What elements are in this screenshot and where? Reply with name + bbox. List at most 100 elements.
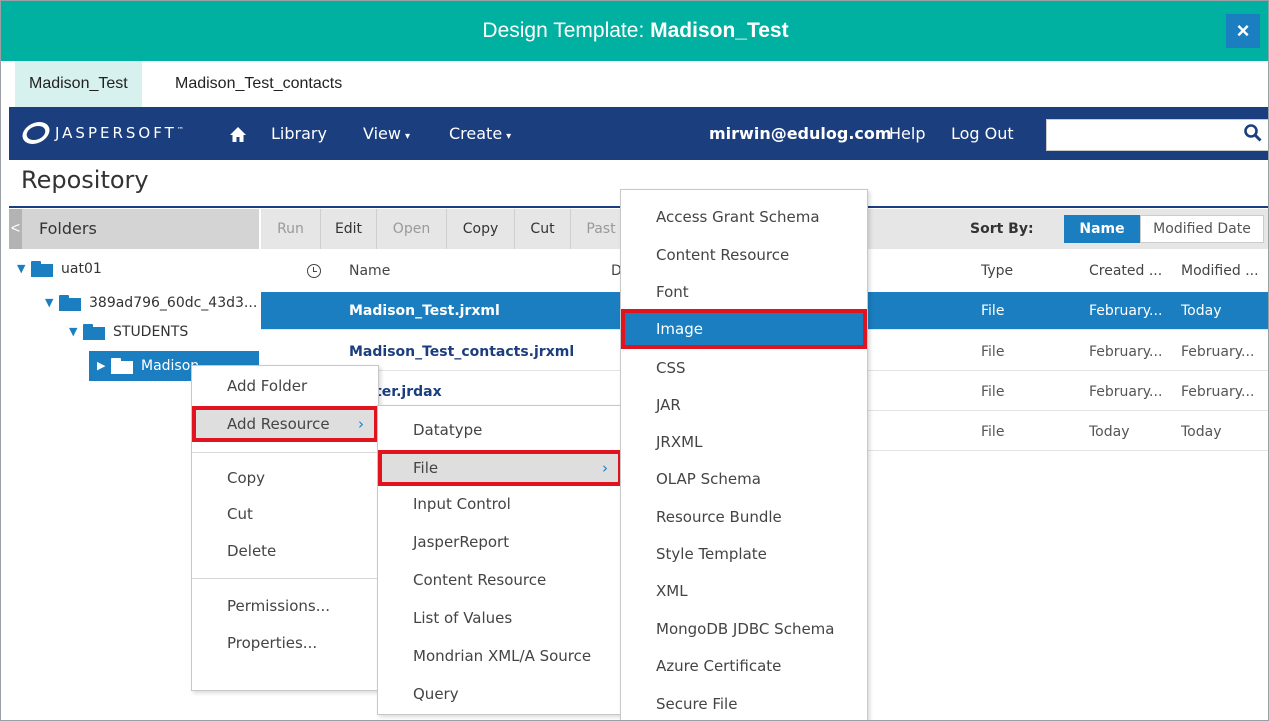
menu-secure-file[interactable]: Secure File <box>621 686 867 720</box>
window-title: Design Template: Madison_Test <box>1 1 1268 61</box>
chevron-down-icon: ▾ <box>404 131 410 142</box>
row-name[interactable]: Madison_Test_contacts.jrxml <box>349 333 574 371</box>
folder-icon <box>83 324 105 340</box>
collapse-panel-button[interactable]: < <box>9 209 22 249</box>
chevron-down-icon: ▾ <box>506 131 512 142</box>
nav-user[interactable]: mirwin@edulog.com <box>709 107 892 160</box>
menu-query[interactable]: Query <box>378 676 622 712</box>
row-type: File <box>981 303 1005 319</box>
menu-separator <box>192 452 378 453</box>
menu-style-template[interactable]: Style Template <box>621 536 867 572</box>
title-bar: Design Template: Madison_Test × <box>1 1 1268 61</box>
search-input[interactable] <box>1046 119 1268 151</box>
open-button[interactable]: Open <box>377 209 447 249</box>
menu-file[interactable]: File › <box>378 450 622 486</box>
nav-create[interactable]: Create ▾ <box>449 107 511 160</box>
menu-content-resource-file[interactable]: Content Resource <box>621 237 867 273</box>
jaspersoft-logo[interactable]: JASPERSOFT™ <box>19 119 184 147</box>
menu-image[interactable]: Image <box>621 309 867 349</box>
folders-header: < Folders <box>9 209 259 249</box>
tree-item-students[interactable]: ▼ STUDENTS <box>69 319 188 345</box>
folder-icon <box>31 261 53 277</box>
cut-button[interactable]: Cut <box>515 209 571 249</box>
collapsed-triangle-icon[interactable]: ▶ <box>97 353 111 379</box>
file-submenu: Access Grant Schema Content Resource Fon… <box>620 189 868 720</box>
title-template-name: Madison_Test <box>650 19 789 42</box>
app-window: Design Template: Madison_Test × Madison_… <box>0 0 1269 721</box>
column-name[interactable]: Name <box>349 253 390 289</box>
menu-permissions[interactable]: Permissions... <box>192 588 378 624</box>
menu-mondrian-xmla-source[interactable]: Mondrian XML/A Source <box>378 638 622 674</box>
edit-button[interactable]: Edit <box>321 209 377 249</box>
menu-properties[interactable]: Properties... <box>192 625 378 661</box>
row-modified: February... <box>1181 384 1255 400</box>
column-created[interactable]: Created ... <box>1089 253 1162 289</box>
expanded-triangle-icon[interactable]: ▼ <box>17 256 31 282</box>
menu-font[interactable]: Font <box>621 274 867 310</box>
tab-madison-test[interactable]: Madison_Test <box>15 61 142 107</box>
logo-wordmark: JASPERSOFT <box>55 124 177 142</box>
menu-css[interactable]: CSS <box>621 350 867 386</box>
menu-mongodb-jdbc-schema[interactable]: MongoDB JDBC Schema <box>621 611 867 647</box>
menu-cut[interactable]: Cut <box>192 496 378 532</box>
run-button[interactable]: Run <box>261 209 321 249</box>
add-resource-submenu: Datatype File › Input Control JasperRepo… <box>377 405 623 715</box>
nav-library[interactable]: Library <box>271 107 327 160</box>
menu-separator <box>192 578 378 579</box>
menu-jar[interactable]: JAR <box>621 387 867 423</box>
tree-label: uat01 <box>61 261 102 277</box>
clock-icon[interactable] <box>307 264 321 278</box>
sort-modified-button[interactable]: Modified Date <box>1140 215 1264 243</box>
menu-delete[interactable]: Delete <box>192 533 378 569</box>
menu-datatype[interactable]: Datatype <box>378 412 622 448</box>
menu-add-folder[interactable]: Add Folder <box>192 368 378 404</box>
menu-input-control[interactable]: Input Control <box>378 486 622 522</box>
close-button[interactable]: × <box>1226 14 1260 48</box>
row-type: File <box>981 384 1005 400</box>
menu-azure-certificate[interactable]: Azure Certificate <box>621 648 867 684</box>
home-button[interactable] <box>229 107 247 160</box>
page-title: Repository <box>21 166 149 194</box>
menu-olap-schema[interactable]: OLAP Schema <box>621 461 867 497</box>
column-modified[interactable]: Modified ... <box>1181 253 1259 289</box>
row-created: February... <box>1089 384 1163 400</box>
tab-madison-test-contacts[interactable]: Madison_Test_contacts <box>161 61 356 107</box>
row-type: File <box>981 344 1005 360</box>
menu-list-of-values[interactable]: List of Values <box>378 600 622 636</box>
expanded-triangle-icon[interactable]: ▼ <box>69 319 83 345</box>
menu-jasperreport[interactable]: JasperReport <box>378 524 622 560</box>
row-created: February... <box>1089 344 1163 360</box>
menu-xml[interactable]: XML <box>621 573 867 609</box>
tree-item-389ad796[interactable]: ▼ 389ad796_60dc_43d3... <box>45 290 257 316</box>
menu-access-grant-schema[interactable]: Access Grant Schema <box>621 199 867 235</box>
nav-create-label: Create <box>449 124 503 143</box>
title-prefix: Design Template: <box>482 19 651 42</box>
sort-by-label: Sort By: <box>970 221 1034 237</box>
menu-file-label: File <box>413 459 439 477</box>
chevron-left-icon: < <box>10 220 21 237</box>
sort-name-button[interactable]: Name <box>1064 215 1140 243</box>
menu-jrxml[interactable]: JRXML <box>621 424 867 460</box>
menu-copy[interactable]: Copy <box>192 460 378 496</box>
logo-text: JASPERSOFT™ <box>55 124 184 142</box>
logo-trademark: ™ <box>176 126 184 134</box>
row-created: February... <box>1089 303 1163 319</box>
tree-item-uat01[interactable]: ▼ uat01 <box>17 256 102 282</box>
nav-logout[interactable]: Log Out <box>951 107 1014 160</box>
chevron-right-icon: › <box>358 415 364 433</box>
folder-context-menu: Add Folder Add Resource › Copy Cut Delet… <box>191 365 379 691</box>
column-type[interactable]: Type <box>981 253 1013 289</box>
row-name[interactable]: Madison_Test.jrxml <box>349 292 500 330</box>
row-modified: Today <box>1181 303 1222 319</box>
nav-help[interactable]: Help <box>889 107 925 160</box>
expanded-triangle-icon[interactable]: ▼ <box>45 290 59 316</box>
tree-item-madison-content: ▶ Madison <box>97 353 199 379</box>
menu-content-resource[interactable]: Content Resource <box>378 562 622 598</box>
menu-add-resource-label: Add Resource <box>227 415 330 433</box>
nav-view[interactable]: View ▾ <box>363 107 410 160</box>
menu-resource-bundle[interactable]: Resource Bundle <box>621 499 867 535</box>
menu-add-resource[interactable]: Add Resource › <box>192 406 378 442</box>
row-modified: February... <box>1181 344 1255 360</box>
copy-button[interactable]: Copy <box>447 209 515 249</box>
search-icon[interactable] <box>1243 123 1263 143</box>
